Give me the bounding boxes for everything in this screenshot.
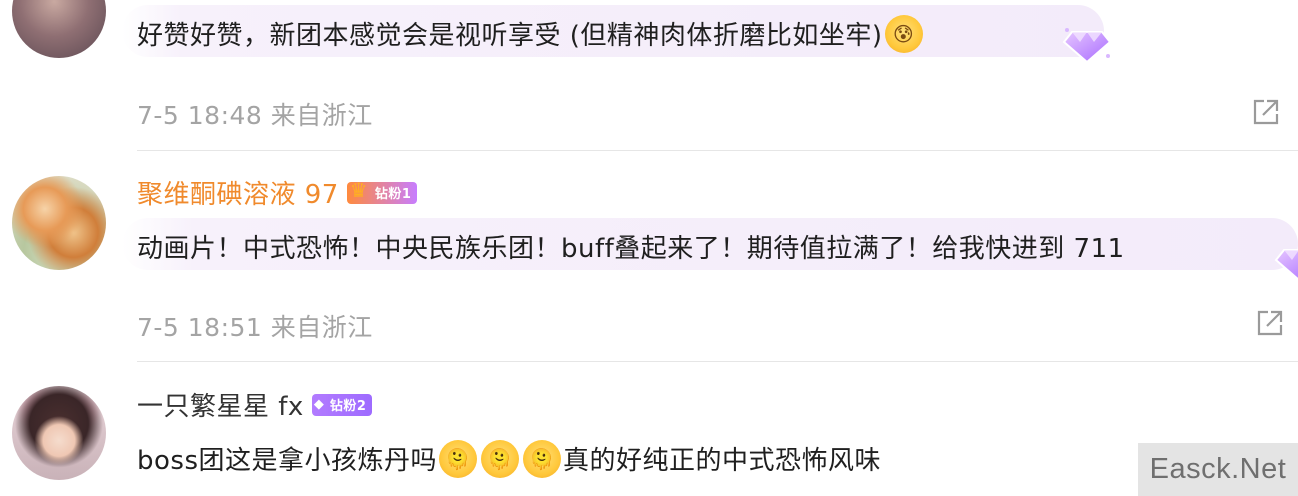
crown-icon: ♛ [349, 177, 369, 202]
timestamp: 7-5 18:48 [137, 101, 263, 130]
comment-text-body: 好赞好赞，新团本感觉会是视听享受 (但精神肉体折磨比如坐牢) [137, 21, 883, 51]
melting-face-emoji-icon: 🫠 [481, 439, 520, 478]
username-text: 聚维酮碘溶液 97 [137, 180, 339, 210]
timestamp: 7-5 18:51 [137, 313, 263, 342]
divider [137, 150, 1298, 151]
diamond-gem-icon [1062, 28, 1112, 64]
comment-meta: 7-5 18:51 来自浙江 [137, 308, 373, 344]
melting-face-emoji-icon: 🫠 [523, 439, 562, 478]
username-text: 一只繁星星 fx [137, 392, 304, 422]
fearful-face-emoji-icon: 😰 [884, 14, 923, 53]
share-icon[interactable] [1253, 99, 1279, 125]
comment-text: boss团这是拿小孩炼丹吗 🫠 🫠 🫠 真的好纯正的中式恐怖风味 [137, 439, 882, 481]
fan-badge[interactable]: ◆ 钻粉2 [311, 393, 373, 416]
comment-text-prefix: boss团这是拿小孩炼丹吗 [137, 446, 438, 476]
comment-text: 动画片！中式恐怖！中央民族乐团！buff叠起来了！期待值拉满了！给我快进到 71… [137, 234, 1125, 264]
badge-label: 钻粉1 [374, 187, 412, 202]
avatar[interactable] [12, 386, 106, 480]
avatar[interactable] [12, 0, 106, 58]
fan-badge[interactable]: ♛ 钻粉1 [346, 178, 418, 204]
share-icon[interactable] [1257, 310, 1283, 336]
gem-icon: ◆ [313, 396, 325, 412]
username[interactable]: 一只繁星星 fx ◆ 钻粉2 [137, 386, 373, 423]
badge-label: 钻粉2 [329, 399, 367, 414]
diamond-gem-icon [1274, 249, 1298, 281]
location: 来自浙江 [270, 101, 373, 130]
divider [137, 361, 1298, 362]
comment-text-suffix: 真的好纯正的中式恐怖风味 [563, 446, 882, 476]
watermark: Easck.Net [1138, 443, 1298, 496]
location: 来自浙江 [270, 313, 373, 342]
melting-face-emoji-icon: 🫠 [439, 439, 478, 478]
avatar[interactable] [12, 176, 106, 270]
comment-text: 好赞好赞，新团本感觉会是视听享受 (但精神肉体折磨比如坐牢) 😰 [137, 14, 925, 56]
comment-meta: 7-5 18:48 来自浙江 [137, 96, 373, 132]
username[interactable]: 聚维酮碘溶液 97 ♛ 钻粉1 [137, 174, 418, 211]
